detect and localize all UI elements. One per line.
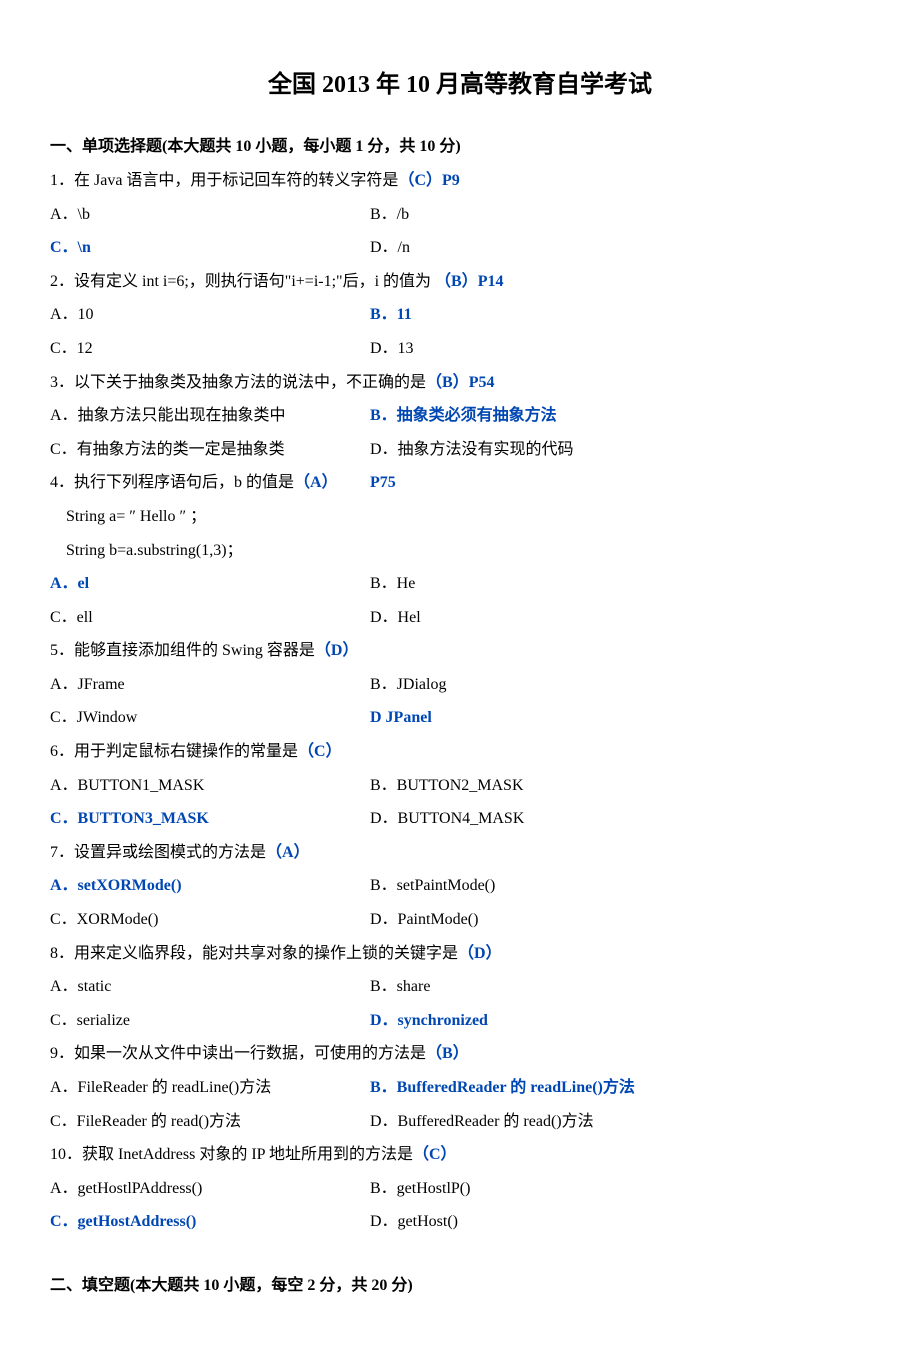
q6-stem-text: 6．用于判定鼠标右键操作的常量是 (50, 743, 298, 760)
q7-option-a: A．setXORMode() (50, 869, 370, 903)
q9-stem-text: 9．如果一次从文件中读出一行数据，可使用的方法是 (50, 1045, 426, 1062)
q5-stem: 5．能够直接添加组件的 Swing 容器是（D） (50, 634, 870, 668)
q6-option-a: A．BUTTON1_MASK (50, 769, 370, 803)
q7-option-d: D．PaintMode() (370, 903, 870, 937)
q1-option-a: A．\b (50, 198, 370, 232)
q5-answer: （D） (315, 642, 359, 659)
q1-stem: 1．在 Java 语言中，用于标记回车符的转义字符是（C）P9 (50, 164, 870, 198)
q9-stem: 9．如果一次从文件中读出一行数据，可使用的方法是（B） (50, 1037, 870, 1071)
q1-option-d: D．/n (370, 231, 870, 265)
q8-answer: （D） (458, 945, 502, 962)
q8-stem: 8．用来定义临界段，能对共享对象的操作上锁的关键字是（D） (50, 937, 870, 971)
q5-option-d: D JPanel (370, 701, 870, 735)
q7-option-c: C．XORMode() (50, 903, 370, 937)
q7-option-b: B．setPaintMode() (370, 869, 870, 903)
q7-answer: （A） (266, 844, 310, 861)
q6-option-c: C．BUTTON3_MASK (50, 802, 370, 836)
q1-option-c: C．\n (50, 231, 370, 265)
q3-option-d: D．抽象方法没有实现的代码 (370, 433, 870, 467)
q3-option-a: A．抽象方法只能出现在抽象类中 (50, 399, 370, 433)
q2-option-c: C．12 (50, 332, 370, 366)
q2-option-b: B．11 (370, 298, 870, 332)
q1-answer-ref: （C）P9 (398, 172, 459, 189)
q7-stem: 7．设置异或绘图模式的方法是（A） (50, 836, 870, 870)
q9-option-d: D．BufferedReader 的 read()方法 (370, 1105, 870, 1139)
q8-option-b: B．share (370, 970, 870, 1004)
q3-option-b: B．抽象类必须有抽象方法 (370, 399, 870, 433)
q5-option-b: B．JDialog (370, 668, 870, 702)
q6-stem: 6．用于判定鼠标右键操作的常量是（C） (50, 735, 870, 769)
q10-stem-text: 10．获取 InetAddress 对象的 IP 地址所用到的方法是 (50, 1146, 413, 1163)
q4-code-line1: String a= ″ Hello ″ ； (50, 500, 870, 534)
q4-option-c: C．ell (50, 601, 370, 635)
q1-option-b: B．/b (370, 198, 870, 232)
q9-answer: （B） (426, 1045, 469, 1062)
q8-stem-text: 8．用来定义临界段，能对共享对象的操作上锁的关键字是 (50, 945, 458, 962)
q10-option-d: D．getHost() (370, 1205, 870, 1239)
q3-stem-text: 3．以下关于抽象类及抽象方法的说法中，不正确的是 (50, 374, 426, 391)
page-title: 全国 2013 年 10 月高等教育自学考试 (50, 60, 870, 110)
q6-option-d: D．BUTTON4_MASK (370, 802, 870, 836)
q10-option-c: C．getHostAddress() (50, 1205, 370, 1239)
q7-stem-text: 7．设置异或绘图模式的方法是 (50, 844, 266, 861)
q10-option-a: A．getHostlPAddress() (50, 1172, 370, 1206)
q8-option-a: A．static (50, 970, 370, 1004)
q4-stem: 4．执行下列程序语句后，b 的值是（A） P75 (50, 466, 870, 500)
q4-code-line2: String b=a.substring(1,3)； (50, 534, 870, 568)
q2-stem-text: 2．设有定义 int i=6;，则执行语句"i+=i-1;"后，i 的值为 (50, 273, 435, 290)
q5-stem-text: 5．能够直接添加组件的 Swing 容器是 (50, 642, 315, 659)
section1-heading: 一、单项选择题(本大题共 10 小题，每小题 1 分，共 10 分) (50, 130, 870, 164)
q4-stem-text: 4．执行下列程序语句后，b 的值是 (50, 474, 294, 491)
q1-stem-text: 1．在 Java 语言中，用于标记回车符的转义字符是 (50, 172, 398, 189)
q2-option-d: D．13 (370, 332, 870, 366)
q6-answer: （C） (298, 743, 342, 760)
q9-option-a: A．FileReader 的 readLine()方法 (50, 1071, 370, 1105)
q2-option-a: A．10 (50, 298, 370, 332)
q8-option-d: D．synchronized (370, 1004, 870, 1038)
q4-ref: P75 (370, 466, 870, 500)
q5-option-a: A．JFrame (50, 668, 370, 702)
q6-option-b: B．BUTTON2_MASK (370, 769, 870, 803)
q4-option-a: A．el (50, 567, 370, 601)
q9-option-c: C．FileReader 的 read()方法 (50, 1105, 370, 1139)
q5-option-c: C．JWindow (50, 701, 370, 735)
q10-answer: （C） (413, 1146, 457, 1163)
q9-option-b: B．BufferedReader 的 readLine()方法 (370, 1071, 870, 1105)
section2-heading: 二、填空题(本大题共 10 小题，每空 2 分，共 20 分) (50, 1269, 870, 1303)
q2-stem: 2．设有定义 int i=6;，则执行语句"i+=i-1;"后，i 的值为 （B… (50, 265, 870, 299)
q4-option-b: B．He (370, 567, 870, 601)
q3-option-c: C．有抽象方法的类一定是抽象类 (50, 433, 370, 467)
q4-answer: （A） (294, 474, 338, 491)
q10-option-b: B．getHostlP() (370, 1172, 870, 1206)
q10-stem: 10．获取 InetAddress 对象的 IP 地址所用到的方法是（C） (50, 1138, 870, 1172)
q4-option-d: D．Hel (370, 601, 870, 635)
q8-option-c: C．serialize (50, 1004, 370, 1038)
q3-stem: 3．以下关于抽象类及抽象方法的说法中，不正确的是（B）P54 (50, 366, 870, 400)
q2-answer-ref: （B）P14 (435, 273, 503, 290)
q3-answer-ref: （B）P54 (426, 374, 494, 391)
